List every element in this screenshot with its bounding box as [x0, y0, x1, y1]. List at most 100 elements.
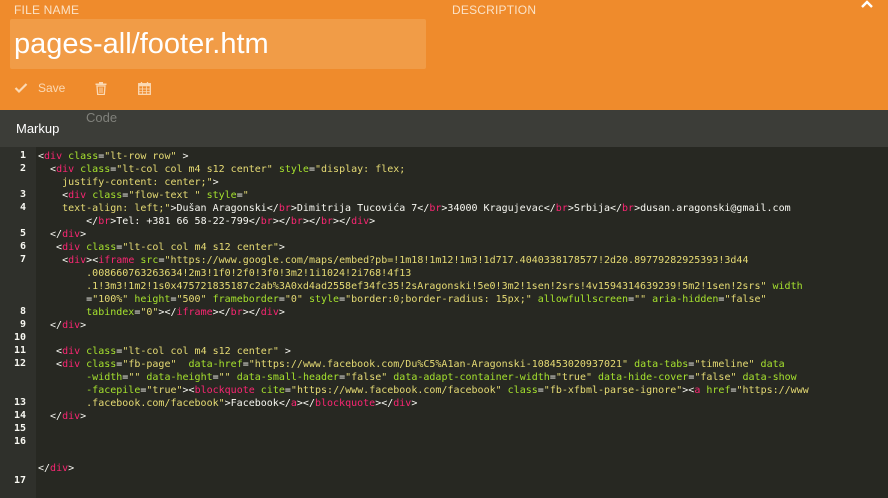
code-token: "fb-page": [122, 359, 177, 370]
code-token: br: [622, 203, 635, 214]
code-token: frameborder: [206, 294, 279, 305]
tab-markup[interactable]: Markup: [16, 121, 59, 136]
code-token: "100%": [92, 294, 129, 305]
code-token: ></: [333, 216, 352, 227]
code-token: .facebook.com/facebook": [38, 398, 225, 409]
line-number: 17: [13, 475, 26, 486]
code-token: "display: flex;: [314, 164, 406, 175]
code-token: >: [80, 229, 87, 240]
code-token: "lt-col col m4 s12 center": [122, 242, 279, 253]
code-line: </div>: [38, 319, 86, 332]
code-token: aria-hidden: [646, 294, 719, 305]
code-token: "false": [345, 372, 388, 383]
code-line: <div class="lt-col col m4 s12 center">: [38, 241, 285, 254]
chevron-up-icon[interactable]: [860, 0, 874, 8]
code-line: </br>Tel: +381 66 58-22-799</br></br></b…: [38, 215, 375, 228]
code-token: >: [68, 463, 75, 474]
code-token: div: [62, 346, 81, 357]
code-token: blockquote: [314, 398, 376, 409]
line-number: 8: [19, 306, 26, 317]
code-token: ><: [182, 385, 195, 396]
code-token: style: [272, 164, 309, 175]
line-number: 14: [13, 410, 26, 421]
code-token: br: [230, 307, 243, 318]
code-token: text-align: left;": [38, 203, 171, 214]
line-number: 5: [19, 228, 26, 239]
code-token: class: [62, 151, 99, 162]
file-name-field[interactable]: [10, 19, 426, 69]
code-token: iframe: [176, 307, 213, 318]
code-token: br: [321, 216, 334, 227]
code-area[interactable]: <div class="lt-row row" > <div class="lt…: [38, 147, 888, 498]
code-token: div: [62, 359, 81, 370]
code-token: "true": [146, 385, 183, 396]
code-token: style: [200, 190, 237, 201]
code-token: "lt-row row": [104, 151, 177, 162]
code-token: data-adapt-container-width: [387, 372, 550, 383]
delete-button[interactable]: [95, 78, 107, 98]
code-editor[interactable]: 1 2 3 4 5 6 7 8 9 10 11 12 13 14 15 16 17 <div class="lt…: [0, 147, 888, 498]
code-token: data-tabs: [628, 359, 689, 370]
code-token: data-show: [736, 372, 797, 383]
code-line: </div>: [38, 410, 86, 423]
code-token: data-height: [140, 372, 213, 383]
calendar-icon: [138, 81, 151, 95]
code-token: style: [302, 294, 340, 305]
save-label: Save: [38, 81, 66, 95]
code-token: div: [50, 463, 69, 474]
code-line: justify-content: center;">: [38, 176, 219, 189]
code-token: "flow-text ": [128, 190, 201, 201]
code-token: >: [369, 216, 376, 227]
line-number: 4: [19, 202, 26, 213]
code-token: div: [260, 307, 279, 318]
code-token: ></: [302, 216, 321, 227]
code-token: <: [38, 346, 63, 357]
code-token: >: [278, 307, 285, 318]
code-token: "false": [724, 294, 767, 305]
line-number-gutter: 1 2 3 4 5 6 7 8 9 10 11 12 13 14 15 16 17: [0, 147, 36, 498]
code-token: allowfullscreen: [531, 294, 629, 305]
code-token: </: [38, 463, 51, 474]
code-token: class: [80, 242, 117, 253]
code-token: >Srbija</: [567, 203, 623, 214]
code-token: div: [68, 255, 87, 266]
code-token: "https://www: [736, 385, 809, 396]
code-token: data-small-header: [230, 372, 340, 383]
code-token: >: [411, 398, 418, 409]
code-token: </: [38, 411, 63, 422]
code-line: </div>: [38, 228, 86, 241]
code-line: tabindex="0"></iframe></br></div>: [38, 306, 285, 319]
code-token: src: [134, 255, 159, 266]
schedule-button[interactable]: [138, 78, 151, 98]
code-token: ></: [272, 216, 291, 227]
line-number: 2: [19, 163, 26, 174]
code-token: >: [80, 320, 87, 331]
code-token: width: [766, 281, 803, 292]
line-number: 6: [19, 241, 26, 252]
code-token: "0": [140, 307, 159, 318]
code-token: class: [80, 359, 117, 370]
code-token: "https://www.google.com/maps/embed?pb=!1…: [164, 255, 749, 266]
line-number: 1: [19, 150, 26, 161]
code-line: .008660763263634!2m3!1f0!2f0!3f0!3m2!1i1…: [38, 267, 411, 280]
code-token: div: [62, 242, 81, 253]
line-number: 11: [13, 345, 26, 356]
code-token: >: [278, 242, 285, 253]
code-token: height: [128, 294, 171, 305]
code-line: -facepile="true"><blockquote cite="https…: [38, 384, 809, 397]
file-name-label: FILE NAME: [14, 3, 80, 17]
code-line: <div class="lt-row row" >: [38, 150, 189, 163]
code-token: "500": [176, 294, 207, 305]
code-token: "lt-col col m4 s12 center": [122, 346, 279, 357]
code-token: class: [80, 346, 117, 357]
code-line: <div class="flow-text " style=": [38, 189, 249, 202]
save-button[interactable]: Save: [14, 78, 74, 98]
line-number: 3: [19, 189, 26, 200]
code-token: </: [38, 229, 63, 240]
code-token: "border:0;border-radius: 15px;": [345, 294, 532, 305]
code-token: >: [212, 177, 219, 188]
code-token: class: [74, 164, 111, 175]
line-number: 15: [13, 423, 26, 434]
code-token: -facepile: [38, 385, 141, 396]
file-name-input[interactable]: [10, 19, 426, 69]
